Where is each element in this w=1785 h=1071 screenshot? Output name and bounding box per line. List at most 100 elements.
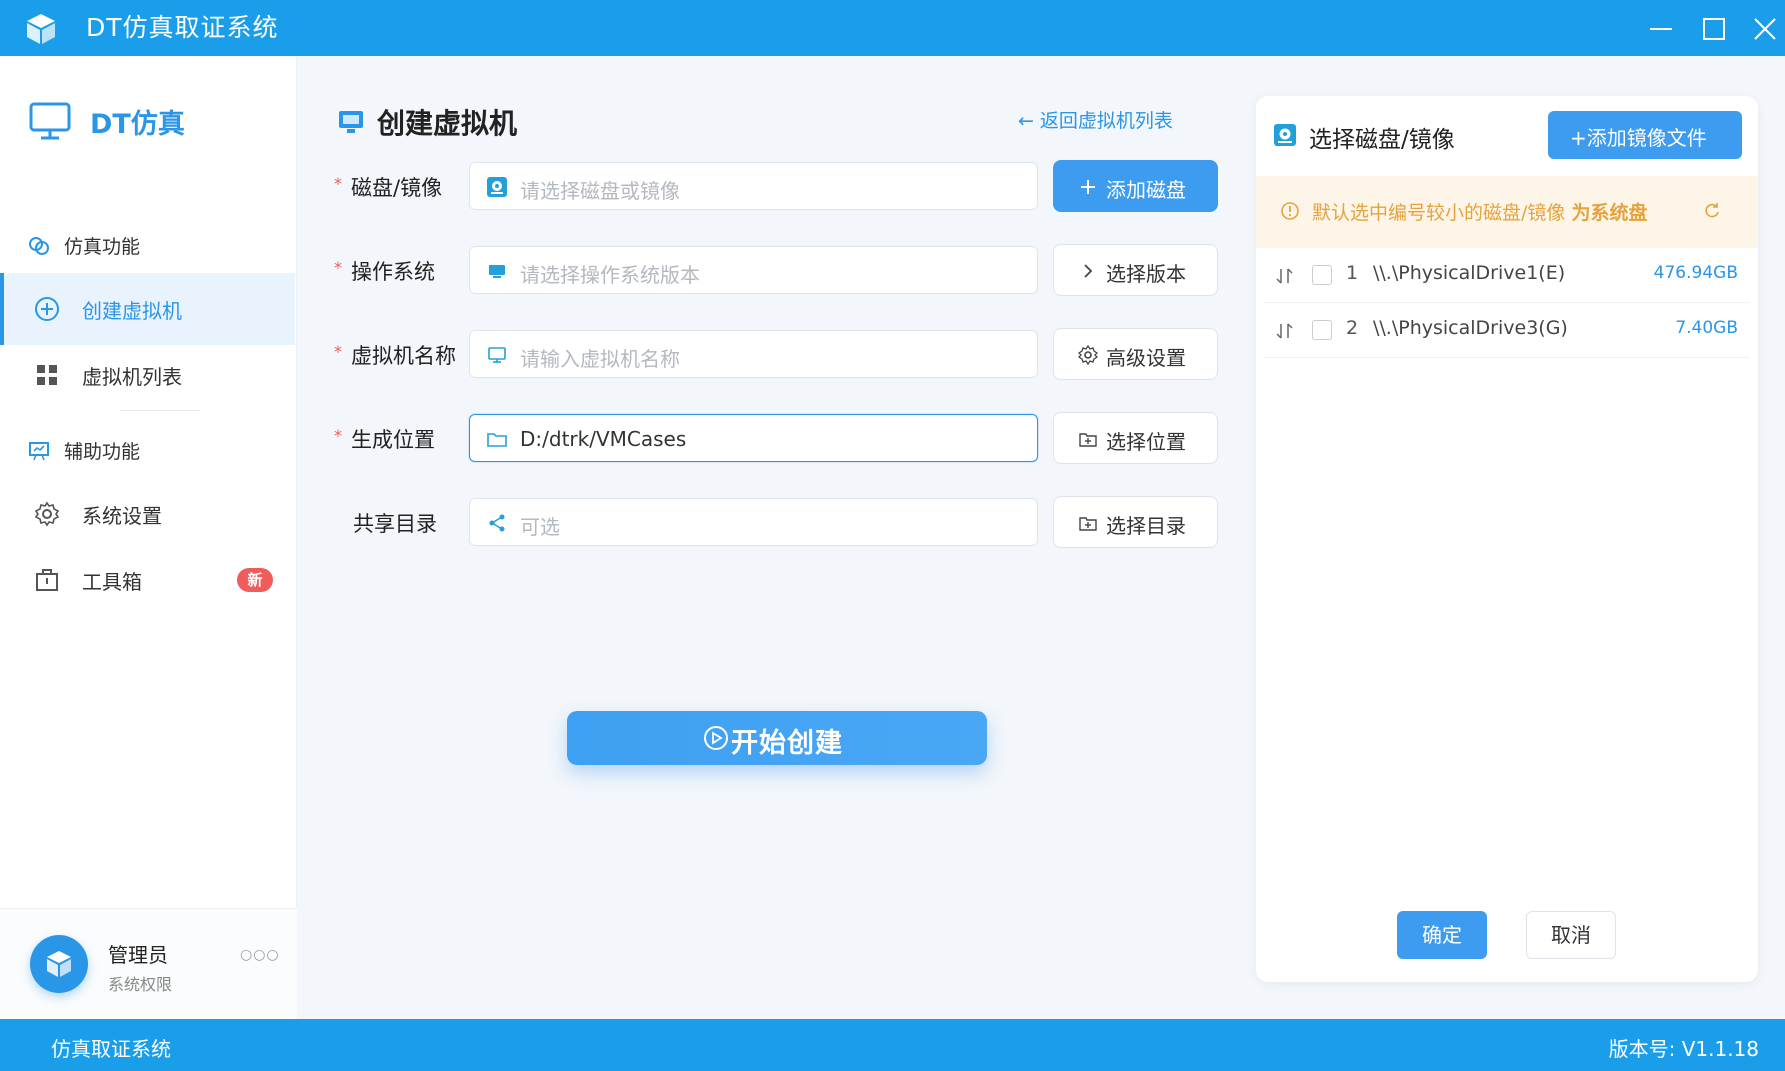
required-mark: *: [334, 426, 342, 445]
location-input[interactable]: D:/dtrk/VMCases: [469, 414, 1038, 462]
monitor-outline-icon: [488, 347, 506, 363]
disk-name: \\.\PhysicalDrive1(E): [1373, 262, 1566, 284]
grid-icon: [37, 365, 57, 385]
sidebar-group-simulation[interactable]: 仿真功能: [0, 210, 295, 282]
list-item[interactable]: 2 \\.\PhysicalDrive3(G) 7.40GB: [1264, 303, 1750, 358]
disk-checkbox[interactable]: [1312, 320, 1332, 340]
sidebar-item-label: 仿真功能: [64, 236, 141, 258]
sidebar-group-auxiliary[interactable]: 辅助功能: [0, 415, 295, 487]
confirm-button[interactable]: 确定: [1397, 911, 1487, 959]
required-mark: *: [334, 174, 342, 193]
notice-emphasis: 为系统盘: [1571, 202, 1648, 224]
form-row-location: * 生成位置 D:/dtrk/VMCases 选择位置: [334, 412, 1218, 464]
play-circle-icon: [704, 726, 728, 750]
version-label: 版本号: V1.1.18: [1608, 1037, 1759, 1061]
new-badge: 新: [237, 568, 273, 592]
select-directory-label: 选择目录: [1106, 514, 1186, 538]
field-label: 生成位置: [351, 428, 435, 452]
app-title: DT仿真取证系统: [86, 13, 279, 42]
sidebar-item-toolbox[interactable]: 工具箱 新: [0, 544, 295, 616]
add-disk-label: 添加磁盘: [1106, 178, 1186, 202]
select-directory-button[interactable]: 选择目录: [1053, 496, 1218, 548]
share-dir-input[interactable]: 可选: [469, 498, 1038, 546]
field-label: 虚拟机名称: [351, 344, 456, 368]
cancel-button[interactable]: 取消: [1526, 911, 1616, 959]
disk-select[interactable]: 请选择磁盘或镜像: [469, 162, 1038, 210]
panel-title: 选择磁盘/镜像: [1309, 127, 1455, 153]
folder-add-icon: [1079, 517, 1097, 531]
select-location-label: 选择位置: [1106, 430, 1186, 454]
sidebar-item-create-vm[interactable]: 创建虚拟机: [0, 273, 295, 345]
page-title: 创建虚拟机: [377, 107, 518, 140]
form-row-share: 共享目录 可选 选择目录: [334, 496, 1218, 548]
share-placeholder: 可选: [520, 515, 560, 539]
warning-icon: [1281, 202, 1299, 220]
user-name: 管理员: [108, 943, 168, 967]
start-create-button[interactable]: 开始创建: [567, 711, 987, 765]
start-create-label: 开始创建: [731, 728, 843, 759]
gear-icon: [1078, 345, 1098, 365]
sidebar-item-label: 辅助功能: [64, 441, 141, 463]
back-link-label: 返回虚拟机列表: [1039, 110, 1173, 132]
close-icon[interactable]: [1748, 12, 1782, 46]
advanced-settings-label: 高级设置: [1106, 346, 1186, 370]
field-label: 共享目录: [353, 512, 437, 536]
notice-prefix: 默认选中编号较小的磁盘/镜像: [1312, 202, 1572, 224]
monitor-icon: [489, 265, 505, 278]
folder-add-icon: [1079, 433, 1097, 447]
sort-icon[interactable]: [1274, 265, 1296, 287]
sidebar: DT仿真 仿真功能 创建虚拟机 虚拟机列表 辅助功能 系统设置 工具箱 新 管理…: [0, 56, 297, 1019]
status-app-name: 仿真取证系统: [51, 1037, 171, 1061]
form-row-vm-name: * 虚拟机名称 请输入虚拟机名称 高级设置: [334, 328, 1218, 380]
os-select[interactable]: 请选择操作系统版本: [469, 246, 1038, 294]
divider: [120, 410, 200, 411]
share-icon: [489, 514, 505, 532]
sidebar-item-label: 创建虚拟机: [82, 299, 182, 323]
select-location-button[interactable]: 选择位置: [1053, 412, 1218, 464]
system-disk-notice: 默认选中编号较小的磁盘/镜像 为系统盘: [1256, 176, 1758, 248]
sort-icon[interactable]: [1274, 320, 1296, 342]
panel-header: 选择磁盘/镜像 +添加镜像文件: [1256, 96, 1758, 176]
presentation-icon: [29, 442, 49, 461]
vm-name-input[interactable]: 请输入虚拟机名称: [469, 330, 1038, 378]
arrow-left-icon: ←: [1018, 110, 1034, 132]
sidebar-item-label: 工具箱: [82, 570, 142, 594]
list-item[interactable]: 1 \\.\PhysicalDrive1(E) 476.94GB: [1264, 248, 1750, 303]
maximize-icon[interactable]: [1697, 12, 1731, 46]
sidebar-item-vm-list[interactable]: 虚拟机列表: [0, 339, 295, 411]
disk-image-icon: [1274, 124, 1296, 146]
cube-logo-icon: [27, 14, 55, 44]
vm-name-placeholder: 请输入虚拟机名称: [520, 347, 680, 371]
sidebar-item-label: 系统设置: [82, 504, 162, 528]
folder-icon: [487, 433, 507, 447]
disk-checkbox[interactable]: [1312, 265, 1332, 285]
minimize-icon[interactable]: [1644, 12, 1678, 46]
brand-name: DT仿真: [90, 109, 185, 140]
notice-text: 默认选中编号较小的磁盘/镜像 为系统盘: [1312, 198, 1647, 225]
field-label: 操作系统: [351, 260, 435, 284]
disk-index: 2: [1346, 317, 1359, 339]
back-to-vm-list-link[interactable]: ← 返回虚拟机列表: [1018, 106, 1173, 133]
select-version-label: 选择版本: [1106, 262, 1186, 286]
disk-select-panel: 选择磁盘/镜像 +添加镜像文件 默认选中编号较小的磁盘/镜像 为系统盘 1 \\…: [1256, 96, 1758, 982]
add-disk-button[interactable]: 添加磁盘: [1053, 160, 1218, 212]
plus-icon: [1081, 180, 1095, 194]
avatar[interactable]: [30, 935, 88, 993]
disk-placeholder: 请选择磁盘或镜像: [520, 179, 680, 203]
more-options-button[interactable]: ○○○: [240, 947, 279, 971]
location-value: D:/dtrk/VMCases: [520, 427, 687, 451]
select-version-button[interactable]: 选择版本: [1053, 244, 1218, 296]
refresh-icon[interactable]: [1702, 201, 1722, 221]
status-bar: 仿真取证系统 版本号: V1.1.18: [0, 1019, 1785, 1071]
sidebar-item-settings[interactable]: 系统设置: [0, 478, 295, 550]
disk-index: 1: [1346, 262, 1359, 284]
required-mark: *: [334, 342, 342, 361]
add-image-file-button[interactable]: +添加镜像文件: [1548, 111, 1742, 159]
add-image-file-label: +添加镜像文件: [1570, 126, 1707, 150]
cube-avatar-icon: [47, 951, 71, 977]
plus-circle-icon: [35, 297, 59, 321]
disk-size: 7.40GB: [1675, 318, 1738, 338]
advanced-settings-button[interactable]: 高级设置: [1053, 328, 1218, 380]
field-label: 磁盘/镜像: [351, 176, 443, 200]
form-row-os: * 操作系统 请选择操作系统版本 选择版本: [334, 244, 1218, 296]
